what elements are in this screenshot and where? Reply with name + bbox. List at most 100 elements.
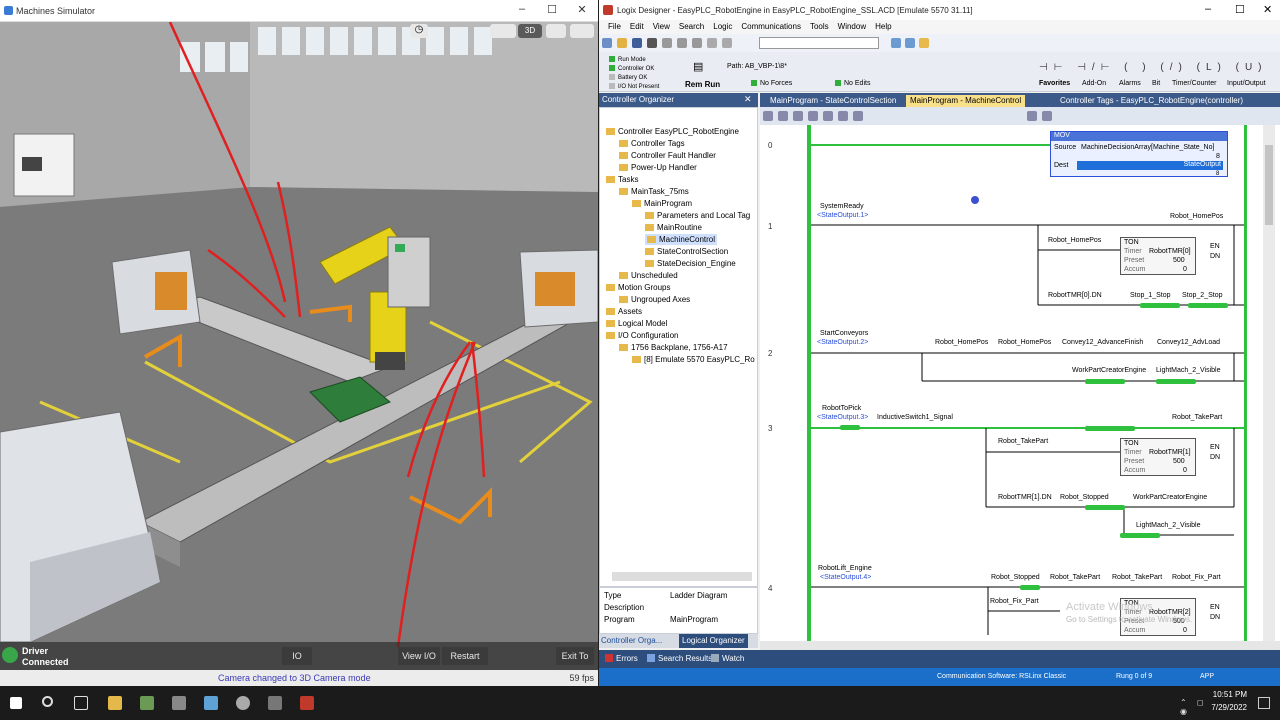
tab-controller-organizer[interactable]: Controller Orga... (601, 636, 662, 645)
ton-timer-tag[interactable]: RobotTMR[1] (1149, 449, 1191, 456)
notifications-icon[interactable] (1258, 697, 1270, 709)
tree-item[interactable]: Logical Model (606, 318, 667, 329)
mov-instruction[interactable]: MOV Source MachineDecisionArray[Machine_… (1050, 131, 1228, 177)
menu-view[interactable]: View (653, 20, 670, 34)
tab-controller-tags[interactable]: Controller Tags - EasyPLC_RobotEngine(co… (1056, 95, 1247, 107)
menu-edit[interactable]: Edit (630, 20, 644, 34)
tab-machinecontrol[interactable]: MainProgram - MachineControl (906, 95, 1026, 107)
app-icon-2[interactable] (172, 696, 186, 710)
tree-item[interactable]: Power-Up Handler (619, 162, 697, 173)
menu-tools[interactable]: Tools (810, 20, 829, 34)
coil-stop-1[interactable]: Stop_1_Stop (1130, 292, 1170, 299)
coil-convey12-advancefinish[interactable]: Convey12_AdvanceFinish (1062, 339, 1143, 346)
contact-robot-stopped[interactable]: Robot_Stopped (1060, 494, 1109, 501)
tab-logical-organizer[interactable]: Logical Organizer (679, 634, 748, 648)
tree-item[interactable]: StateDecision_Engine (645, 258, 736, 269)
contact-robot-homepos-2[interactable]: Robot_HomePos (998, 339, 1051, 346)
xio-icon[interactable] (808, 111, 818, 121)
print-icon[interactable] (647, 38, 657, 48)
contact-systemready[interactable]: SystemReady (820, 203, 864, 210)
tree-item[interactable]: Controller Tags (619, 138, 685, 149)
app-icon-5[interactable] (268, 696, 282, 710)
contact-robot-takepart-2[interactable]: Robot_TakePart (1112, 574, 1162, 581)
element-tab-addon[interactable]: Add-On (1082, 80, 1106, 87)
clock-date[interactable]: 7/29/2022 (1205, 703, 1247, 712)
exit-button[interactable]: Exit To (556, 647, 594, 665)
contact-robot-takepart[interactable]: Robot_TakePart (998, 438, 1048, 445)
contact-robot-fix-part[interactable]: Robot_Fix_Part (990, 598, 1039, 605)
element-tab-timer-counter[interactable]: Timer/Counter (1172, 80, 1216, 87)
new-icon[interactable] (602, 38, 612, 48)
tree-item[interactable]: Ungrouped Axes (619, 294, 690, 305)
element-tab-favorites[interactable]: Favorites (1039, 80, 1070, 87)
view-toggle-button[interactable] (490, 24, 516, 38)
coil-workpartcreatorengine[interactable]: WorkPartCreatorEngine (1133, 494, 1207, 501)
tree-item[interactable]: MainRoutine (645, 222, 702, 233)
menu-help[interactable]: Help (875, 20, 891, 34)
contact-robottopick[interactable]: RobotToPick (822, 405, 861, 412)
cut-icon[interactable] (662, 38, 672, 48)
copy-icon[interactable] (677, 38, 687, 48)
3d-viewport[interactable]: ◷ 3D Driver Connected IO View I/O Restar… (0, 21, 598, 670)
verify-icon[interactable] (919, 38, 929, 48)
coil-workpartcreatorengine[interactable]: WorkPartCreatorEngine (1072, 367, 1146, 374)
tree-item[interactable]: I/O Configuration (606, 330, 678, 341)
io-button[interactable]: IO (282, 647, 312, 665)
zoom-in-icon[interactable] (1027, 111, 1038, 121)
contact-robot-takepart[interactable]: Robot_TakePart (1050, 574, 1100, 581)
search-combobox[interactable] (759, 37, 879, 49)
tree-item[interactable]: Unscheduled (619, 270, 678, 281)
app-icon-3[interactable] (204, 696, 218, 710)
coil-lightmach-2-visible[interactable]: LightMach_2_Visible (1156, 367, 1220, 374)
controller-mode[interactable]: Rem Run (685, 80, 720, 89)
save-icon[interactable] (632, 38, 642, 48)
forces-status[interactable]: No Forces (751, 80, 792, 87)
app-icon-1[interactable] (140, 696, 154, 710)
ladder-horizontal-scrollbar[interactable] (760, 641, 1280, 650)
coil-robot-homepos[interactable]: Robot_HomePos (1170, 213, 1223, 220)
tab-watch[interactable]: Watch (711, 654, 744, 663)
logix-taskbar-icon[interactable] (300, 696, 314, 710)
coil-stop-2[interactable]: Stop_2_Stop (1182, 292, 1222, 299)
maximize-icon[interactable]: ☐ (1235, 3, 1245, 16)
tree-item[interactable]: MainTask_75ms (619, 186, 689, 197)
run-mode-icon[interactable]: ▤ (693, 60, 707, 74)
tab-statecontrolsection[interactable]: MainProgram - StateControlSection (766, 95, 900, 107)
tree-item[interactable]: [8] Emulate 5570 EasyPLC_Ro (632, 354, 755, 365)
tree-item[interactable]: Controller Fault Handler (619, 150, 716, 161)
ladder-canvas[interactable]: 0 MOV Source MachineDecisionArray[Machin… (760, 125, 1280, 641)
mov-source-tag[interactable]: MachineDecisionArray[Machine_State_No] (1081, 144, 1214, 151)
minimize-icon[interactable]: – (510, 3, 534, 19)
find-icon[interactable] (891, 38, 901, 48)
settings-icon[interactable] (570, 24, 594, 38)
horizontal-scrollbar[interactable] (612, 572, 752, 581)
search-icon[interactable] (42, 696, 53, 707)
tree-item[interactable]: MachineControl (645, 234, 718, 245)
clock-time[interactable]: 10:51 PM (1211, 690, 1247, 699)
edits-status[interactable]: No Edits (835, 80, 870, 87)
ote-icon[interactable] (823, 111, 833, 121)
contact-robottmr0-dn[interactable]: RobotTMR[0].DN (1048, 292, 1102, 299)
restart-button[interactable]: Restart (442, 647, 488, 665)
maximize-icon[interactable]: ☐ (540, 3, 564, 19)
close-icon[interactable]: ✕ (744, 94, 752, 105)
otl-icon[interactable] (838, 111, 848, 121)
ton-preset-value[interactable]: 500 (1173, 257, 1185, 264)
start-icon[interactable] (10, 697, 22, 709)
xic-icon[interactable] (793, 111, 803, 121)
tree-item[interactable]: 1756 Backplane, 1756-A17 (619, 342, 728, 353)
app-icon-4[interactable] (236, 696, 250, 710)
tree-item[interactable]: Parameters and Local Tag (645, 210, 750, 221)
mov-dest-tag[interactable]: StateOutput (1077, 161, 1223, 170)
rung-icon[interactable] (763, 111, 773, 121)
menu-search[interactable]: Search (679, 20, 704, 34)
paste-icon[interactable] (692, 38, 702, 48)
ton-timer-tag[interactable]: RobotTMR[0] (1149, 248, 1191, 255)
tree-item[interactable]: Tasks (606, 174, 638, 185)
ton-timer-0[interactable]: TON Timer RobotTMR[0] Preset 500 Accum 0 (1120, 237, 1196, 275)
tray-icons[interactable]: ⌃ ◻ ◉ (1180, 698, 1208, 716)
otu-icon[interactable] (853, 111, 863, 121)
tree-item[interactable]: Assets (606, 306, 642, 317)
3d-view-button[interactable]: 3D (518, 24, 542, 38)
ton-preset-value[interactable]: 500 (1173, 458, 1185, 465)
